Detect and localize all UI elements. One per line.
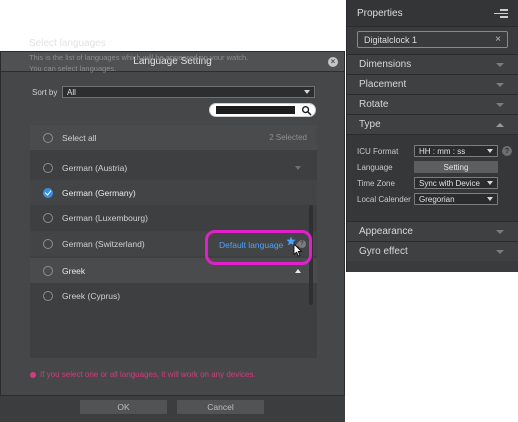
chevron-down-icon [487,149,493,153]
timezone-select[interactable]: Sync with Device [414,177,498,189]
dialog-description: This is the list of languages which will… [29,52,319,74]
language-search-input[interactable] [209,103,316,117]
section-appearance[interactable]: Appearance [347,221,518,241]
close-icon[interactable]: × [328,57,338,67]
clear-icon[interactable]: × [495,34,501,45]
ok-button[interactable]: OK [80,400,167,414]
list-item[interactable]: German (Austria) [30,155,317,180]
dialog-footer: OK Cancel [0,395,345,422]
description-line: You can select languages. [29,64,117,73]
timezone-row: Time Zone Sync with Device [357,177,498,189]
section-label: Gyro effect [359,246,408,257]
language-label: German (Luxembourg) [62,212,148,223]
icu-format-label: ICU Format [357,146,399,156]
chevron-down-icon [487,181,493,185]
sort-by-value: All [67,87,76,97]
object-name-field[interactable]: Digitalclock 1 × [357,31,508,48]
chevron-down-icon [496,229,504,234]
select-languages-heading: Select languages [29,38,106,49]
section-label: Rotate [359,99,389,110]
chevron-down-icon [496,249,504,254]
timezone-value: Sync with Device [419,178,480,188]
panel-menu-icon[interactable] [494,8,508,18]
section-label: Dimensions [359,59,412,70]
warning-message: If you select one or all languages, it w… [30,370,256,379]
list-item[interactable]: German (Luxembourg) [30,205,317,230]
chevron-down-icon [295,165,301,170]
section-gyro-effect[interactable]: Gyro effect [347,241,518,261]
icu-format-value: HH : mm : ss [419,146,466,156]
calendar-value: Gregorian [419,194,455,204]
warning-text: If you select one or all languages, it w… [40,370,256,379]
section-label: Placement [359,79,407,90]
chevron-down-icon [496,82,504,87]
help-icon[interactable]: ? [502,146,512,156]
icu-format-select[interactable]: HH : mm : ss [414,145,498,157]
language-setting-button[interactable]: Setting [414,161,498,173]
section-label: Appearance [359,226,413,237]
language-label: Language [357,162,393,172]
select-all-row[interactable]: Select all 2 Selected [30,125,317,150]
icu-format-row: ICU Format HH : mm : ss ? [357,145,512,157]
warning-dot-icon [30,371,36,378]
mouse-cursor-icon [293,243,303,257]
select-all-radio[interactable] [43,132,53,143]
language-label: German (Austria) [62,162,128,173]
search-icon[interactable] [301,105,312,116]
section-dimensions[interactable]: Dimensions [347,54,518,74]
description-line: This is the list of languages which will… [29,53,249,62]
properties-header: Properties [347,0,518,27]
section-rotate[interactable]: Rotate [347,94,518,114]
calendar-select[interactable]: Gregorian [414,193,498,205]
language-radio[interactable] [43,212,53,223]
select-all-label: Select all [62,132,97,143]
list-item[interactable]: German (Germany) [30,180,317,205]
section-type[interactable]: Type [347,114,518,134]
chevron-up-icon[interactable] [295,268,301,273]
language-radio-checked[interactable] [43,187,53,198]
chevron-down-icon [487,197,493,201]
search-text-redacted [216,106,295,114]
sort-by-select[interactable]: All [62,86,315,98]
object-name-value: Digitalclock 1 [364,34,418,45]
language-radio[interactable] [43,238,53,249]
section-placement[interactable]: Placement [347,74,518,94]
language-label: German (Switzerland) [62,238,145,249]
type-section-body: ICU Format HH : mm : ss ? Language Setti… [347,134,518,221]
chevron-down-icon [496,62,504,67]
calendar-label: Local Calender [357,194,411,204]
sort-by-label: Sort by [32,88,58,97]
section-label: Type [359,119,381,130]
list-item[interactable]: Greek (Cyprus) [30,283,317,308]
cancel-button[interactable]: Cancel [177,400,264,414]
chevron-up-icon [496,122,504,127]
language-radio[interactable] [43,162,53,173]
selected-count: 2 Selected [269,133,307,142]
language-row: Language Setting [357,161,498,173]
language-label: Greek (Cyprus) [62,290,121,301]
properties-panel: Properties Digitalclock 1 × Dimensions P… [346,0,518,272]
language-label: Greek [62,265,86,276]
properties-title: Properties [357,7,403,19]
chevron-down-icon [304,90,310,94]
language-radio[interactable] [43,265,53,276]
language-radio[interactable] [43,290,53,301]
chevron-down-icon [496,102,504,107]
calendar-row: Local Calender Gregorian [357,193,498,205]
timezone-label: Time Zone [357,178,395,188]
language-label: German (Germany) [62,187,136,198]
